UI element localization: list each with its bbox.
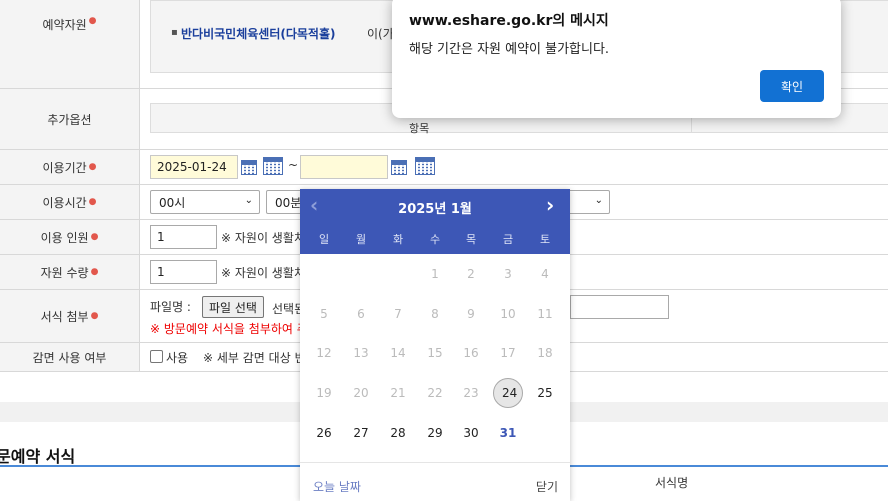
calendar-day: 3: [504, 267, 512, 281]
chevron-right-icon[interactable]: ›: [546, 193, 554, 217]
weekday-label: 목: [465, 233, 477, 246]
weekday-label: 금: [502, 233, 514, 246]
calendar-day: 13: [353, 346, 369, 360]
calendar-day: 6: [357, 307, 365, 321]
attachment-warning: ※ 방문예약 서식을 첨부하여 주: [150, 322, 308, 336]
people-note: ※ 자원이 생활치: [221, 231, 305, 245]
chevron-down-icon: ⌄: [594, 195, 603, 206]
calendar-day: 23: [463, 386, 479, 400]
calendar-day: 7: [394, 307, 402, 321]
file-path-field[interactable]: [570, 295, 669, 319]
row-period: 이용기간 ● 2025-01-24 ~: [0, 150, 888, 185]
calendar-day: 22: [427, 386, 443, 400]
calendar-range-icon[interactable]: [262, 155, 284, 177]
people-label: 이용 인원 ●: [0, 220, 140, 254]
calendar-day[interactable]: 24: [493, 378, 523, 408]
period-separator: ~: [288, 158, 299, 172]
calendar-range-icon[interactable]: [414, 155, 436, 177]
calendar-day: 19: [316, 386, 332, 400]
calendar-day[interactable]: 29: [420, 418, 450, 448]
time-label: 이용시간 ●: [0, 185, 140, 219]
facility-link[interactable]: 반다비국민체육센터(다목적홀): [181, 25, 336, 42]
required-icon: ●: [88, 197, 97, 207]
dialog-title: www.eshare.go.kr의 메시지: [409, 13, 609, 29]
discount-checkbox[interactable]: [150, 350, 163, 363]
quantity-input[interactable]: 1: [150, 260, 217, 284]
calendar-day: 17: [500, 346, 516, 360]
quantity-label: 자원 수량 ●: [0, 255, 140, 289]
calendar-day[interactable]: 26: [309, 418, 339, 448]
discount-note: ※ 세부 감면 대상 빈: [203, 351, 306, 365]
column-header: 서식명: [655, 476, 689, 490]
required-icon: ●: [90, 232, 99, 242]
datepicker-footer: 오늘 날짜 닫기: [300, 462, 570, 501]
calendar-day: 16: [463, 346, 479, 360]
calendar-day: 20: [353, 386, 369, 400]
ok-button[interactable]: 확인: [760, 70, 824, 102]
calendar-day: 12: [316, 346, 332, 360]
resource-label: 예약자원 ●: [0, 0, 140, 88]
discount-checkbox-label[interactable]: 사용: [166, 349, 188, 366]
calendar-day: 8: [431, 307, 439, 321]
calendar-day[interactable]: 25: [530, 378, 560, 408]
today-button[interactable]: 오늘 날짜: [313, 478, 361, 495]
required-icon: ●: [90, 267, 99, 277]
calendar-day: 10: [500, 307, 516, 321]
required-icon: ●: [88, 16, 97, 26]
datepicker: ‹ 2025년 1월 › 일월화수목금토 1 2 3 4 5 6 7 8 9 10 11 12 13 14…: [300, 189, 570, 501]
file-select-button[interactable]: 파일 선택: [202, 296, 264, 318]
close-button[interactable]: 닫기: [536, 478, 558, 495]
dialog-message: 해당 기간은 자원 예약이 불가합니다.: [409, 42, 610, 57]
people-input[interactable]: 1: [150, 225, 217, 249]
file-name-label: 파일명 :: [150, 300, 191, 314]
calendar-icon[interactable]: [240, 158, 258, 176]
period-label: 이용기간 ●: [0, 150, 140, 184]
calendar-day[interactable]: 30: [456, 418, 486, 448]
calendar-day: 18: [537, 346, 553, 360]
calendar-day: 21: [390, 386, 406, 400]
calendar-day: 1: [431, 267, 439, 281]
required-icon: ●: [90, 311, 99, 321]
calendar-day[interactable]: 27: [346, 418, 376, 448]
required-icon: ●: [88, 162, 97, 172]
calendar-day: 11: [537, 307, 553, 321]
weekday-label: 화: [392, 233, 404, 246]
chevron-down-icon: ⌄: [244, 195, 253, 206]
calendar-day[interactable]: 31: [493, 418, 523, 448]
weekday-label: 일: [318, 233, 330, 246]
calendar-day: 9: [467, 307, 475, 321]
calendar-day[interactable]: 28: [383, 418, 413, 448]
calendar-icon[interactable]: [390, 158, 408, 176]
quantity-note: ※ 자원이 생활치: [221, 266, 305, 280]
discount-label: 감면 사용 여부: [0, 343, 140, 371]
start-date-input[interactable]: 2025-01-24: [150, 155, 238, 179]
attachment-label: 서식 첨부 ●: [0, 290, 140, 342]
calendar-day: 5: [320, 307, 328, 321]
options-label: 추가옵션: [0, 89, 140, 149]
calendar-day: 4: [541, 267, 549, 281]
options-header: 항목: [409, 122, 430, 135]
weekday-label: 토: [539, 233, 551, 246]
weekday-label: 수: [429, 233, 441, 246]
calendar-day: 2: [467, 267, 475, 281]
weekday-label: 월: [355, 233, 367, 246]
section-title: 문예약 서식: [0, 447, 76, 466]
datepicker-title: 2025년 1월: [398, 202, 472, 217]
alert-dialog: www.eshare.go.kr의 메시지 해당 기간은 자원 예약이 불가합니…: [392, 0, 841, 118]
start-hour-select[interactable]: 00시 ⌄: [150, 190, 260, 214]
end-date-input[interactable]: [300, 155, 388, 179]
calendar-day: 15: [427, 346, 443, 360]
datepicker-header: ‹ 2025년 1월 › 일월화수목금토: [300, 189, 570, 254]
calendar-day: 14: [390, 346, 406, 360]
bullet-icon: ▪: [171, 27, 178, 38]
